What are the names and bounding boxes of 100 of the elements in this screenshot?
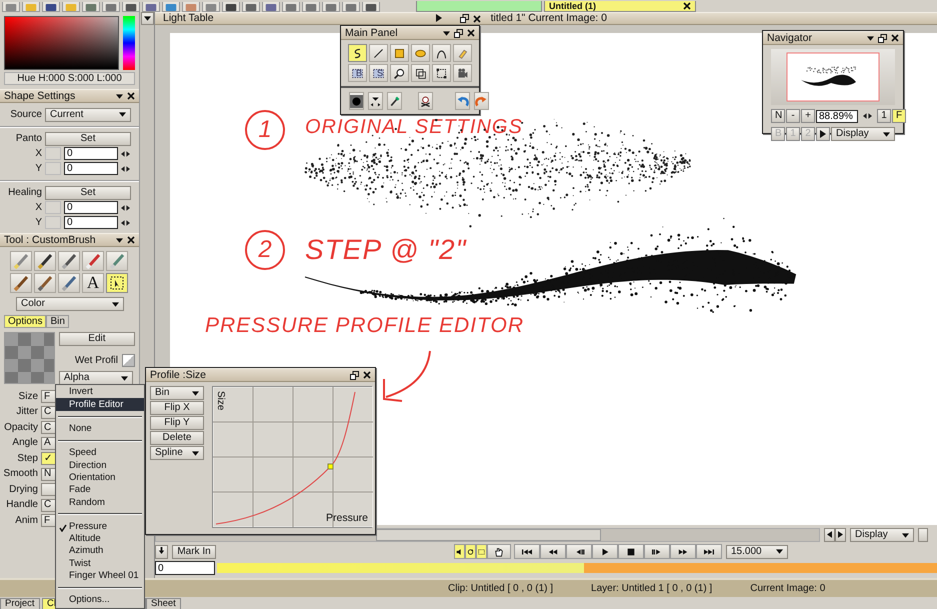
fit-button[interactable]: F [892, 109, 906, 123]
bottom-tab[interactable]: Project [0, 598, 40, 609]
display-dropdown[interactable]: Display [831, 127, 895, 141]
tool-button[interactable]: A [82, 273, 104, 293]
playback-button[interactable] [465, 544, 476, 559]
panel-tab[interactable]: Options [4, 315, 46, 328]
menu-item[interactable]: Random [56, 496, 144, 508]
panel-tab[interactable]: Bin [46, 315, 69, 328]
mark-in-button[interactable]: Mark In [172, 544, 216, 558]
toolbar-button[interactable] [142, 2, 160, 12]
actual-size-button[interactable]: 1 [877, 109, 891, 123]
toolbar-button[interactable] [42, 2, 60, 12]
number-field[interactable]: 0 [64, 201, 118, 214]
menu-item[interactable]: Profile Editor [56, 398, 144, 411]
toolbar-button[interactable] [242, 2, 260, 12]
toolbar-button[interactable] [82, 2, 100, 12]
tool-button[interactable] [58, 251, 80, 271]
toolbar-button[interactable] [342, 2, 360, 12]
toolbar-button[interactable] [262, 2, 280, 12]
playback-button[interactable] [618, 544, 644, 559]
menu-item[interactable]: Azimuth [56, 544, 144, 558]
tool-button[interactable] [348, 44, 367, 62]
profile-button[interactable]: Flip Y [150, 416, 204, 430]
channel-dropdown[interactable]: Alpha [58, 371, 133, 385]
number-field[interactable]: 0 [64, 216, 118, 229]
menu-item[interactable]: Fade [56, 484, 144, 496]
playback-button[interactable] [566, 544, 592, 559]
zoom-field[interactable]: 88.89% [816, 110, 858, 122]
zoom-button[interactable]: - [786, 109, 800, 123]
tool-button[interactable] [369, 44, 388, 62]
menu-item[interactable]: None [56, 422, 144, 435]
menu-item[interactable]: Options... [56, 594, 144, 606]
tool-button[interactable] [368, 92, 383, 110]
tool-button[interactable] [411, 64, 430, 82]
playback-button[interactable] [487, 544, 511, 559]
toolbar-button[interactable] [322, 2, 340, 12]
playback-button[interactable] [514, 544, 540, 559]
tool-button[interactable] [453, 64, 472, 82]
playback-button[interactable] [644, 544, 670, 559]
tool-button[interactable] [432, 64, 451, 82]
play-button[interactable] [816, 127, 830, 141]
hue-bar[interactable] [123, 16, 135, 70]
menu-item[interactable]: Direction [56, 459, 144, 472]
tool-button[interactable] [390, 44, 409, 62]
tool-button[interactable]: S [369, 64, 388, 82]
down-arrow-button[interactable] [155, 544, 168, 558]
zoom-button[interactable]: + [801, 109, 815, 123]
profile-button[interactable]: Flip X [150, 401, 204, 415]
toolbar-button[interactable] [282, 2, 300, 12]
color-gradient[interactable] [4, 16, 119, 70]
tool-button[interactable] [432, 44, 451, 62]
frame-field[interactable]: 0 [155, 561, 215, 575]
collapse-button[interactable] [140, 12, 154, 25]
interpolation-dropdown[interactable]: Spline [150, 446, 204, 460]
tool-button[interactable] [387, 92, 402, 110]
playback-button[interactable] [540, 544, 566, 559]
tool-button[interactable] [349, 92, 364, 110]
menu-item[interactable]: Altitude [56, 532, 144, 545]
toolbar-button[interactable] [122, 2, 140, 12]
tool-button[interactable]: B [348, 64, 367, 82]
number-field[interactable]: 0 [64, 147, 118, 160]
menu-item[interactable]: Orientation [56, 471, 144, 484]
menu-item[interactable]: Twist [56, 557, 144, 570]
scrollbar-thumb[interactable] [376, 529, 601, 541]
tool-button[interactable] [10, 273, 32, 293]
menu-item[interactable]: Finger Wheel 01 [56, 570, 144, 582]
edit-button[interactable]: Edit [58, 332, 135, 346]
tool-button[interactable] [418, 92, 433, 110]
toolbar-button[interactable] [302, 2, 320, 12]
tool-button[interactable] [390, 64, 409, 82]
scroll-left-button[interactable] [824, 528, 835, 542]
speed-dropdown[interactable]: 15.000 [726, 544, 788, 558]
playback-button[interactable] [592, 544, 618, 559]
bin-dropdown[interactable]: Bin [150, 386, 204, 400]
tool-button[interactable] [106, 273, 128, 293]
profile-button[interactable]: Delete [150, 431, 204, 445]
number-field[interactable]: 0 [64, 162, 118, 175]
source-dropdown[interactable]: Current [45, 108, 131, 122]
playback-button[interactable] [454, 544, 465, 559]
playback-button[interactable] [696, 544, 722, 559]
toolbar-button[interactable] [362, 2, 380, 12]
scroll-right-button[interactable] [835, 528, 846, 542]
set-button[interactable]: Set [45, 132, 131, 146]
document-tab[interactable] [416, 1, 542, 12]
toolbar-button[interactable] [102, 2, 120, 12]
color-mode-dropdown[interactable]: Color [16, 297, 124, 311]
tool-button[interactable] [34, 251, 56, 271]
playback-button[interactable] [670, 544, 696, 559]
bottom-tab[interactable]: Sheet [146, 598, 181, 609]
menu-item[interactable]: Invert [56, 386, 144, 398]
display-dropdown[interactable]: Display [850, 528, 914, 542]
playback-button[interactable] [476, 544, 487, 559]
tool-button[interactable] [411, 44, 430, 62]
set-button[interactable]: Set [45, 186, 131, 200]
toolbar-button[interactable] [222, 2, 240, 12]
menu-item[interactable]: Speed [56, 446, 144, 460]
skip-to-end-icon [702, 546, 716, 556]
menu-item[interactable]: Pressure [56, 520, 144, 533]
zoom-button[interactable]: N [771, 109, 785, 123]
document-tab[interactable]: Untitled (1) [544, 1, 696, 12]
